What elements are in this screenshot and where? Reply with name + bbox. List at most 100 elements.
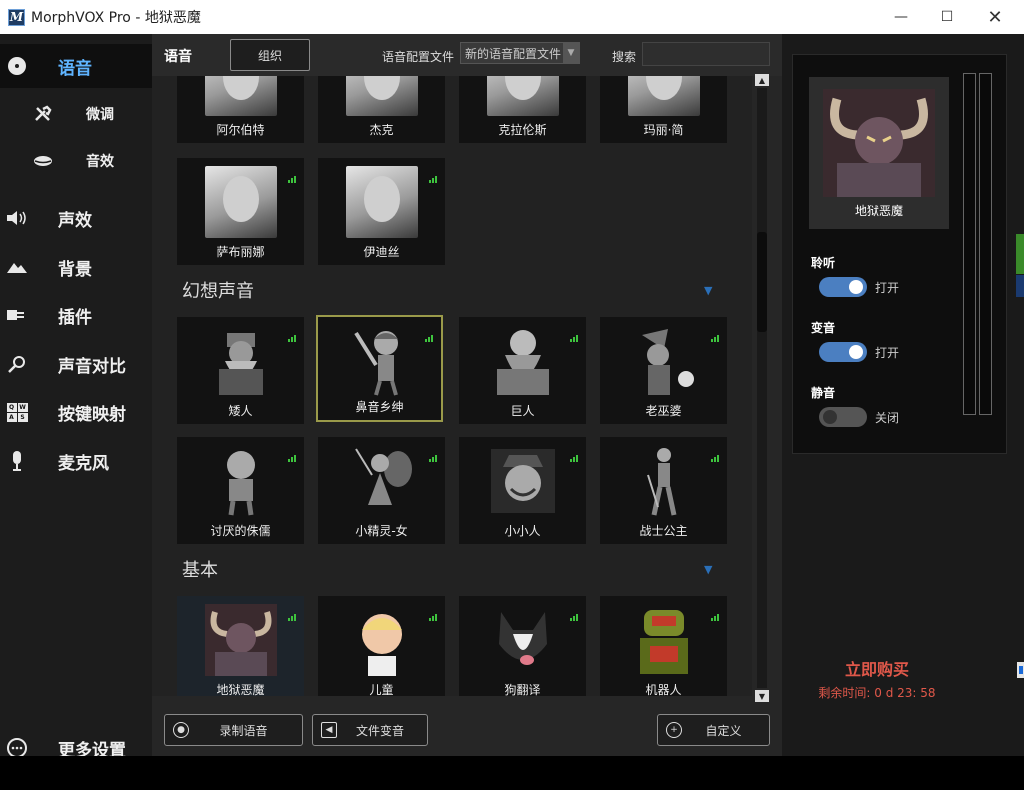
witch-icon (628, 325, 700, 397)
chevron-down-icon[interactable]: ▼ (704, 563, 712, 576)
signal-icon (288, 176, 296, 183)
main-panel: 语音 组织 语音配置文件 新的语音配置文件 ▼ 搜索 阿尔伯特 杰克 克拉伦斯 … (152, 34, 782, 756)
lips-icon (32, 150, 54, 172)
voice-card-albert[interactable]: 阿尔伯特 (177, 76, 304, 143)
trial-remaining: 剩余时间: 0 d 23: 58 (818, 686, 936, 700)
sidebar-item-label: 麦克风 (58, 453, 109, 474)
sidebar-item-label: 语音 (58, 58, 92, 79)
listen-toggle[interactable] (819, 277, 867, 297)
organize-button[interactable]: 组织 (230, 39, 310, 71)
speaker-icon: ◀ (321, 722, 337, 738)
sidebar-item-microphone[interactable]: 麦克风 (0, 439, 152, 483)
voice-card-jack[interactable]: 杰克 (318, 76, 445, 143)
profile-value: 新的语音配置文件 (465, 46, 562, 61)
mute-state: 关闭 (875, 411, 900, 425)
morph-toggle[interactable] (819, 342, 867, 362)
voice-card-mary-jane[interactable]: 玛丽·简 (600, 76, 727, 143)
sidebar-item-voice-compare[interactable]: 声音对比 (0, 342, 152, 386)
voice-card-dog-translator[interactable]: 狗翻译 (459, 596, 586, 696)
sidebar-item-sound-fx[interactable]: 音效 (0, 139, 152, 183)
app-icon: M (8, 8, 25, 26)
voice-list[interactable]: 阿尔伯特 杰克 克拉伦斯 玛丽·简 萨布丽娜 伊迪丝 幻想声音 ▼ 矮人 鼻音乡… (152, 76, 752, 696)
signal-icon (570, 335, 578, 342)
signal-icon (425, 335, 433, 342)
search-label: 搜索 (612, 50, 637, 64)
scroll-down-icon[interactable]: ▼ (755, 690, 769, 702)
voice-card-nasal-squire[interactable]: 鼻音乡绅 (316, 315, 443, 422)
voice-card-dwarf[interactable]: 矮人 (177, 317, 304, 424)
output-level-meter (979, 73, 992, 415)
voice-card-clarence[interactable]: 克拉伦斯 (459, 76, 586, 143)
voice-card-hell-demon[interactable]: 地狱恶魔 (177, 596, 304, 696)
voice-name: 老巫婆 (645, 404, 682, 418)
signal-icon (570, 614, 578, 621)
voice-card-edith[interactable]: 伊迪丝 (318, 158, 445, 265)
sidebar-item-voice[interactable]: 语音 (0, 44, 152, 88)
minimize-button[interactable]: — (878, 0, 924, 34)
voice-list-scrollbar[interactable]: ▲ ▼ (752, 74, 772, 702)
close-button[interactable]: ✕ (972, 0, 1018, 34)
warrior-icon (628, 445, 700, 517)
background-window-edge (1019, 666, 1023, 674)
morph-state: 打开 (875, 346, 900, 360)
tools-icon (32, 103, 54, 125)
scroll-track[interactable] (757, 88, 767, 688)
customize-button[interactable]: + 自定义 (657, 714, 770, 746)
sidebar-item-label: 插件 (58, 307, 92, 328)
profile-label: 语音配置文件 (382, 50, 455, 64)
voice-name: 巨人 (510, 404, 535, 418)
leprechaun-icon (487, 445, 559, 517)
sidebar-item-plugins[interactable]: 插件 (0, 293, 152, 337)
voice-card-robot[interactable]: 机器人 (600, 596, 727, 696)
current-voice-box: 地狱恶魔 聆听 打开 变音 打开 静音 关闭 (792, 54, 1007, 454)
sidebar-item-label: 音效 (86, 154, 114, 170)
gnome-icon (205, 445, 277, 517)
record-voice-button[interactable]: ● 录制语音 (164, 714, 303, 746)
voice-name: 小精灵-女 (355, 524, 408, 538)
listen-label: 聆听 (811, 256, 836, 270)
profile-select[interactable]: 新的语音配置文件 ▼ (460, 42, 580, 64)
microphone-icon (6, 450, 28, 472)
voice-card-pixie-female[interactable]: 小精灵-女 (318, 437, 445, 544)
voice-card-giant[interactable]: 巨人 (459, 317, 586, 424)
voice-toolbar: 语音 组织 语音配置文件 新的语音配置文件 ▼ 搜索 (152, 34, 782, 76)
buy-now-link[interactable]: 立即购买 (782, 656, 972, 680)
chevron-down-icon[interactable]: ▼ (704, 284, 712, 297)
sidebar-item-sound-effects[interactable]: 声效 (0, 196, 152, 240)
robot-icon (628, 604, 700, 676)
sidebar-item-label: 声效 (58, 210, 92, 231)
sidebar-item-keymap[interactable]: QW AS 按键映射 (0, 390, 152, 434)
voice-portrait (346, 166, 418, 238)
squire-icon (346, 325, 418, 397)
sidebar-item-tweak[interactable]: 微调 (0, 92, 152, 136)
scroll-thumb[interactable] (757, 232, 767, 332)
search-input[interactable] (642, 42, 770, 66)
scroll-up-icon[interactable]: ▲ (755, 74, 769, 86)
voice-name: 玛丽·简 (643, 123, 684, 137)
maximize-button[interactable]: ☐ (924, 0, 970, 34)
signal-icon (429, 455, 437, 462)
signal-icon (711, 614, 719, 621)
voice-card-old-witch[interactable]: 老巫婆 (600, 317, 727, 424)
voice-card-tiny-person[interactable]: 小小人 (459, 437, 586, 544)
plus-icon: + (666, 722, 682, 738)
voice-card-child[interactable]: 儿童 (318, 596, 445, 696)
demon-icon (205, 604, 277, 676)
title-bar: M MorphVOX Pro - 地狱恶魔 — ☐ ✕ (0, 0, 1024, 34)
voice-card-nasty-gnome[interactable]: 讨厌的侏儒 (177, 437, 304, 544)
voice-name: 杰克 (369, 123, 394, 137)
voice-card-warrior-princess[interactable]: 战士公主 (600, 437, 727, 544)
voice-name: 战士公主 (639, 524, 688, 538)
morph-label: 变音 (811, 321, 836, 335)
page-title: 语音 (164, 49, 192, 65)
voice-name: 萨布丽娜 (216, 245, 265, 259)
speaker-icon (6, 207, 28, 229)
voice-name: 机器人 (645, 683, 682, 696)
current-voice-name: 地狱恶魔 (854, 204, 903, 218)
voice-card-sabrina[interactable]: 萨布丽娜 (177, 158, 304, 265)
current-voice-card[interactable]: 地狱恶魔 (809, 77, 949, 229)
child-icon (346, 604, 418, 676)
mute-toggle[interactable] (819, 407, 867, 427)
sidebar-item-background[interactable]: 背景 (0, 245, 152, 289)
file-morph-button[interactable]: ◀ 文件变音 (312, 714, 428, 746)
